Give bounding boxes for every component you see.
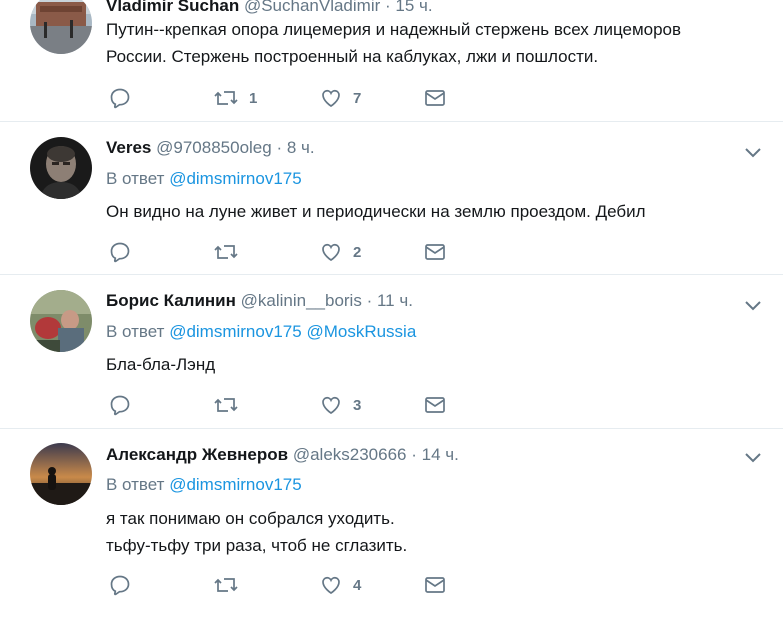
tweet-text-line: Он видно на луне живет и периодически на… <box>106 202 646 221</box>
retweet-button[interactable]: 1 <box>213 86 257 110</box>
user-handle[interactable]: @aleks230666 <box>293 445 407 464</box>
tweet-text: я так понимаю он собрался уходить. тьфу-… <box>106 505 407 559</box>
like-count: 3 <box>353 396 362 414</box>
user-handle[interactable]: @SuchanVladimir <box>244 0 380 15</box>
tweet-header: Vladimir Suchan @SuchanVladimir · 15 ч. <box>106 0 433 16</box>
tweet-header: Борис Калинин @kalinin__boris · 11 ч. <box>106 291 413 311</box>
timestamp[interactable]: 14 ч. <box>422 445 459 464</box>
reply-prefix: В ответ <box>106 169 165 188</box>
display-name[interactable]: Vladimir Suchan <box>106 0 239 15</box>
tweet-text-line: Бла-бла-Лэнд <box>106 355 216 374</box>
reply-mention-link[interactable]: @dimsmirnov175 <box>169 169 302 188</box>
retweet-button[interactable] <box>213 573 249 597</box>
tweet-header: Александр Жевнеров @aleks230666 · 14 ч. <box>106 445 459 465</box>
like-button[interactable]: 7 <box>319 86 361 110</box>
retweet-icon <box>213 393 239 417</box>
tweet-text: Путин--крепкая опора лицемерия и надежны… <box>106 16 681 70</box>
tweet-text-line: Путин--крепкая опора лицемерия и надежны… <box>106 20 682 39</box>
direct-message-button[interactable] <box>424 573 446 597</box>
tweet-actions: 4 <box>108 573 468 597</box>
tweet-text: Бла-бла-Лэнд <box>106 351 215 378</box>
like-button[interactable]: 4 <box>319 573 361 597</box>
reply-mention-link[interactable]: @dimsmirnov175 <box>169 475 302 494</box>
retweet-icon <box>213 573 239 597</box>
like-count: 2 <box>353 243 362 261</box>
more-options-button[interactable] <box>743 451 763 463</box>
avatar[interactable] <box>30 443 92 505</box>
display-name[interactable]: Борис Калинин <box>106 291 236 310</box>
heart-icon <box>319 86 343 110</box>
tweet: Борис Калинин @kalinin__boris · 11 ч. В … <box>0 275 783 429</box>
envelope-icon <box>424 86 446 110</box>
reply-button[interactable] <box>108 393 132 417</box>
user-handle[interactable]: @9708850oleg <box>156 138 272 157</box>
like-button[interactable]: 3 <box>319 393 361 417</box>
more-options-button[interactable] <box>743 299 763 311</box>
tweet-actions: 3 <box>108 393 468 417</box>
timestamp[interactable]: 8 ч. <box>287 138 315 157</box>
chevron-down-icon <box>743 451 763 468</box>
reply-button[interactable] <box>108 86 132 110</box>
display-name[interactable]: Veres <box>106 138 151 157</box>
retweet-button[interactable] <box>213 240 249 264</box>
reply-icon <box>108 240 132 264</box>
separator-dot: · <box>411 445 417 464</box>
like-button[interactable]: 2 <box>319 240 361 264</box>
display-name[interactable]: Александр Жевнеров <box>106 445 288 464</box>
separator-dot: · <box>276 138 283 157</box>
heart-icon <box>319 393 343 417</box>
tweet: Александр Жевнеров @aleks230666 · 14 ч. … <box>0 429 783 619</box>
heart-icon <box>319 240 343 264</box>
tweet-text-line: тьфу-тьфу три раза, чтоб не сглазить. <box>106 536 408 555</box>
tweet-actions: 1 7 <box>108 86 468 110</box>
heart-icon <box>319 573 343 597</box>
tweet-text: Он видно на луне живет и периодически на… <box>106 198 646 225</box>
reply-prefix: В ответ <box>106 322 165 341</box>
envelope-icon <box>424 573 446 597</box>
separator-dot: · <box>385 0 391 15</box>
chevron-down-icon <box>743 146 763 163</box>
user-handle[interactable]: @kalinin__boris <box>241 291 362 310</box>
reply-button[interactable] <box>108 240 132 264</box>
avatar[interactable] <box>30 0 92 54</box>
like-count: 7 <box>353 89 362 107</box>
tweet: Veres @9708850oleg · 8 ч. В ответ @dimsm… <box>0 122 783 275</box>
direct-message-button[interactable] <box>424 86 446 110</box>
direct-message-button[interactable] <box>424 393 446 417</box>
timestamp[interactable]: 15 ч. <box>395 0 432 15</box>
direct-message-button[interactable] <box>424 240 446 264</box>
reply-context: В ответ @dimsmirnov175 <box>106 169 302 189</box>
chevron-down-icon <box>743 299 763 316</box>
tweet-header: Veres @9708850oleg · 8 ч. <box>106 138 315 158</box>
envelope-icon <box>424 393 446 417</box>
retweet-icon <box>213 240 239 264</box>
tweet-text-line: России. Стержень построенный на каблуках… <box>106 47 599 66</box>
separator-dot: · <box>366 291 373 310</box>
reply-context: В ответ @dimsmirnov175 <box>106 475 302 495</box>
reply-button[interactable] <box>108 573 132 597</box>
tweet-text-line: я так понимаю он собрался уходить. <box>106 509 395 528</box>
reply-icon <box>108 393 132 417</box>
avatar[interactable] <box>30 290 92 352</box>
envelope-icon <box>424 240 446 264</box>
reply-context: В ответ @dimsmirnov175 @MoskRussia <box>106 322 416 342</box>
reply-mention-link[interactable]: @dimsmirnov175 <box>169 322 302 341</box>
tweet: Vladimir Suchan @SuchanVladimir · 15 ч. … <box>0 0 783 122</box>
reply-prefix: В ответ <box>106 475 165 494</box>
avatar[interactable] <box>30 137 92 199</box>
tweet-actions: 2 <box>108 240 468 264</box>
reply-mention-link[interactable]: @MoskRussia <box>306 322 416 341</box>
retweet-icon <box>213 86 239 110</box>
timestamp[interactable]: 11 ч. <box>377 291 413 310</box>
retweet-button[interactable] <box>213 393 249 417</box>
more-options-button[interactable] <box>743 146 763 158</box>
like-count: 4 <box>353 576 362 594</box>
reply-icon <box>108 86 132 110</box>
retweet-count: 1 <box>249 89 258 107</box>
reply-icon <box>108 573 132 597</box>
